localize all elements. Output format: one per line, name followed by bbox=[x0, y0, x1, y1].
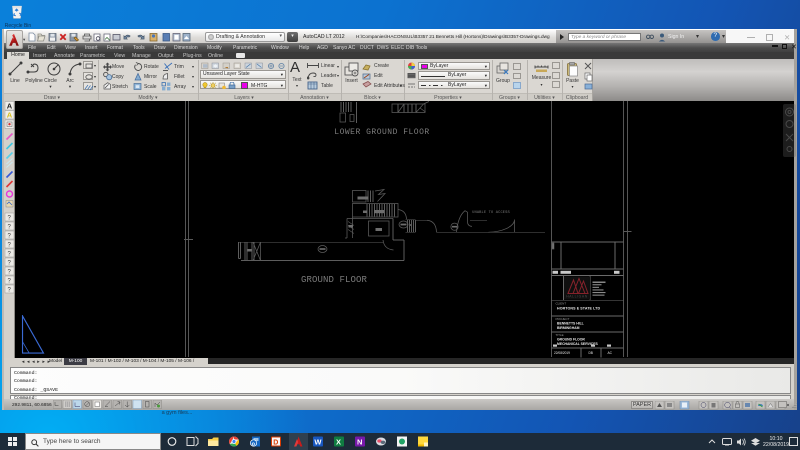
svg-text:22/08/2019: 22/08/2019 bbox=[554, 351, 570, 355]
svg-text:BIRMINGHAM: BIRMINGHAM bbox=[557, 326, 580, 330]
svg-text:W: W bbox=[314, 438, 322, 447]
svg-text:UNABLE TO ACCESS: UNABLE TO ACCESS bbox=[472, 211, 510, 215]
svg-text:D: D bbox=[273, 440, 278, 447]
svg-text:TITLE: TITLE bbox=[556, 333, 564, 337]
svg-text:DB: DB bbox=[589, 351, 593, 355]
svg-text:X: X bbox=[336, 438, 341, 447]
svg-text:MECHANICAL SERVICES: MECHANICAL SERVICES bbox=[557, 342, 598, 346]
svg-text:PROJECT: PROJECT bbox=[556, 317, 570, 321]
svg-text:N: N bbox=[357, 438, 362, 447]
svg-text:HORTONS E STATE LTD: HORTONS E STATE LTD bbox=[557, 307, 600, 311]
svg-text:LOWER GROUND FLOOR: LOWER GROUND FLOOR bbox=[334, 128, 429, 137]
svg-text:AC: AC bbox=[608, 351, 613, 355]
svg-text:GROUND FLOOR: GROUND FLOOR bbox=[301, 275, 368, 285]
svg-text:HALLIGAN: HALLIGAN bbox=[566, 295, 588, 299]
svg-text:CLIENT: CLIENT bbox=[556, 302, 567, 306]
